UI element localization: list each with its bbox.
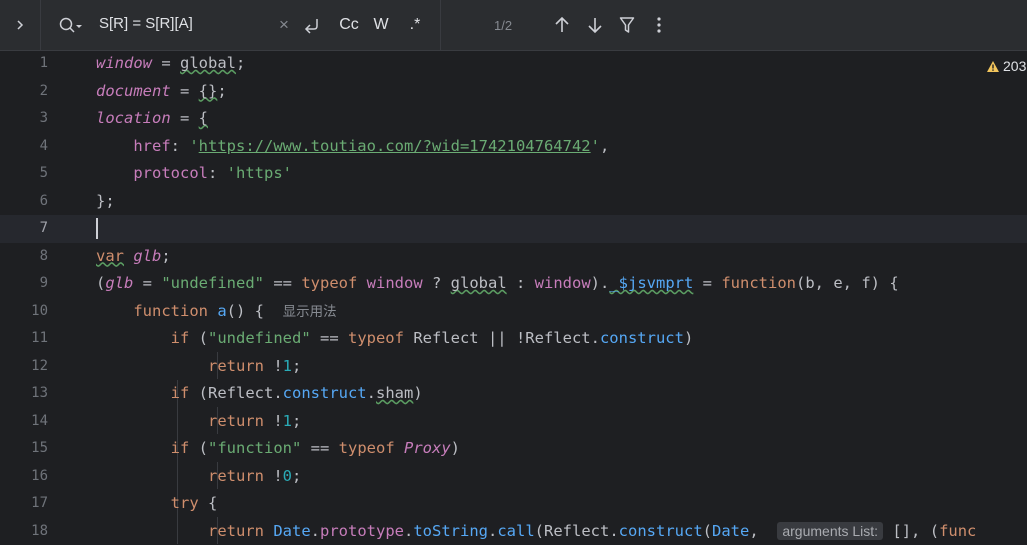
code-text: if ("undefined" == typeof Reflect || !Re…	[96, 325, 693, 353]
code-text: document = {};	[96, 78, 227, 106]
code-text: return !1;	[96, 353, 301, 381]
line-number: 4	[0, 133, 48, 161]
previous-match-button[interactable]	[551, 13, 573, 37]
code-line: 11 if ("undefined" == typeof Reflect || …	[0, 325, 1027, 353]
line-number: 6	[0, 188, 48, 216]
code-text: location = {	[96, 105, 208, 133]
more-vertical-icon	[656, 16, 662, 34]
code-line: 4 href: 'https://www.toutiao.com/?wid=17…	[0, 133, 1027, 161]
line-number: 14	[0, 408, 48, 436]
line-number: 16	[0, 463, 48, 491]
code-text: (glb = "undefined" == typeof window ? gl…	[96, 270, 899, 298]
code-text: function a() { 显示用法	[96, 298, 337, 326]
code-text: };	[96, 188, 115, 216]
code-text: return Date.prototype.toString.call(Refl…	[96, 518, 976, 545]
line-number: 11	[0, 325, 48, 353]
code-editor[interactable]: 1 window = global; 2 document = {}; 3 lo…	[0, 50, 1027, 544]
code-text: if (Reflect.construct.sham)	[96, 380, 423, 408]
close-icon: ×	[279, 15, 289, 35]
text-caret	[96, 218, 98, 239]
line-number: 18	[0, 518, 48, 545]
parameter-hint: arguments List:	[777, 522, 883, 540]
code-line: 5 protocol: 'https'	[0, 160, 1027, 188]
line-number: 12	[0, 353, 48, 381]
code-line: 18 return Date.prototype.toString.call(R…	[0, 518, 1027, 545]
warning-icon	[986, 60, 1000, 73]
code-line: 10 function a() { 显示用法	[0, 298, 1027, 326]
search-icon	[58, 14, 84, 36]
more-options-button[interactable]	[650, 13, 668, 37]
find-bar-divider	[440, 0, 441, 50]
code-line: 12 return !1;	[0, 353, 1027, 381]
code-line: 13 if (Reflect.construct.sham)	[0, 380, 1027, 408]
regex-button[interactable]: .*	[404, 13, 426, 37]
code-text: window = global;	[96, 50, 245, 78]
code-text: try {	[96, 490, 217, 518]
next-match-button[interactable]	[584, 13, 606, 37]
code-line: 2 document = {};	[0, 78, 1027, 106]
code-text: href: 'https://www.toutiao.com/?wid=1742…	[96, 133, 609, 161]
line-number: 2	[0, 78, 48, 106]
code-line: 9 (glb = "undefined" == typeof window ? …	[0, 270, 1027, 298]
line-number: 5	[0, 160, 48, 188]
line-number: 3	[0, 105, 48, 133]
words-button[interactable]: W	[370, 13, 392, 37]
line-number: 8	[0, 243, 48, 271]
code-text: if ("function" == typeof Proxy)	[96, 435, 460, 463]
chevron-right-icon	[14, 19, 26, 31]
search-input[interactable]: S[R] = S[R][A]	[99, 15, 193, 32]
code-line: 17 try {	[0, 490, 1027, 518]
line-number: 15	[0, 435, 48, 463]
code-text: var glb;	[96, 243, 171, 271]
search-history-button[interactable]	[58, 14, 84, 36]
newline-icon	[302, 15, 322, 35]
code-line: 1 window = global;	[0, 50, 1027, 78]
usage-hint[interactable]: 显示用法	[283, 304, 337, 319]
code-line: 3 location = {	[0, 105, 1027, 133]
line-number: 7	[0, 215, 48, 243]
inspection-widget[interactable]: 203	[986, 58, 1026, 74]
code-line: 15 if ("function" == typeof Proxy)	[0, 435, 1027, 463]
code-line: 6 };	[0, 188, 1027, 216]
match-case-button[interactable]: Cc	[337, 13, 361, 37]
code-line: 14 return !1;	[0, 408, 1027, 436]
code-text: return !1;	[96, 408, 301, 436]
line-number: 10	[0, 298, 48, 326]
arrow-down-icon	[587, 16, 603, 34]
find-bar: S[R] = S[R][A] × Cc W .* 1/2	[0, 0, 1027, 51]
filter-button[interactable]	[616, 13, 638, 37]
code-line: 16 return !0;	[0, 463, 1027, 491]
line-number: 13	[0, 380, 48, 408]
warning-count: 203	[1003, 58, 1026, 74]
expand-replace-toggle[interactable]	[0, 0, 41, 50]
line-number: 9	[0, 270, 48, 298]
filter-icon	[619, 16, 635, 34]
match-count: 1/2	[494, 18, 512, 33]
clear-search-button[interactable]: ×	[277, 13, 291, 37]
code-text: return !0;	[96, 463, 301, 491]
code-line: 8 var glb;	[0, 243, 1027, 271]
line-number: 1	[0, 50, 48, 78]
arrow-up-icon	[554, 16, 570, 34]
new-line-button[interactable]	[300, 13, 324, 37]
line-number: 17	[0, 490, 48, 518]
code-text: protocol: 'https'	[96, 160, 292, 188]
code-line-current: 7	[0, 215, 1027, 243]
